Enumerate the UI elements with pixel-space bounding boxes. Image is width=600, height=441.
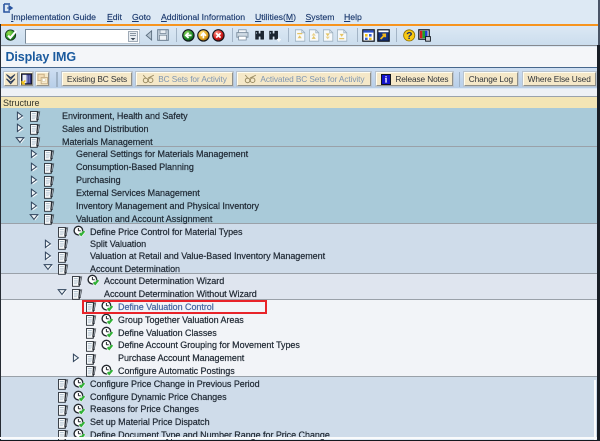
svg-text:?: ? [406, 30, 412, 42]
